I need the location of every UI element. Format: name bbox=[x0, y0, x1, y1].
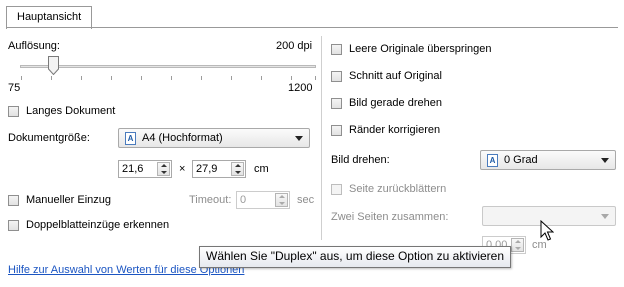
long-document-label: Langes Dokument bbox=[26, 105, 116, 117]
up-arrow-icon bbox=[161, 164, 167, 167]
double-feed-checkbox[interactable] bbox=[8, 220, 19, 231]
timeout-value: 0 bbox=[240, 194, 247, 206]
timeout-label: Timeout: bbox=[189, 194, 232, 206]
spin-buttons[interactable] bbox=[511, 238, 524, 252]
resolution-value: 200 dpi bbox=[276, 40, 313, 52]
tab-hauptansicht[interactable]: Hauptansicht bbox=[6, 6, 93, 29]
skip-blank-label: Leere Originale überspringen bbox=[349, 43, 492, 55]
down-arrow-icon bbox=[515, 247, 521, 250]
slider-max-label: 1200 bbox=[288, 82, 313, 94]
flip-label: Seite zurückblättern bbox=[349, 183, 447, 195]
width-value: 21,6 bbox=[122, 163, 144, 175]
chevron-down-icon bbox=[295, 136, 303, 141]
edge-checkbox[interactable] bbox=[331, 125, 342, 136]
spin-buttons[interactable] bbox=[231, 162, 244, 176]
up-arrow-icon bbox=[279, 195, 285, 198]
manual-feed-checkbox[interactable] bbox=[8, 195, 19, 206]
doc-size-dropdown[interactable]: A A4 (Hochformat) bbox=[118, 128, 310, 148]
slider-tick bbox=[315, 76, 316, 80]
width-spinner[interactable]: 21,6 bbox=[118, 160, 172, 178]
slider-min-label: 75 bbox=[8, 82, 21, 94]
long-document-checkbox[interactable] bbox=[8, 106, 19, 117]
up-arrow-icon bbox=[515, 240, 521, 243]
document-icon: A bbox=[487, 154, 498, 167]
height-spinner[interactable]: 27,9 bbox=[192, 160, 246, 178]
doc-size-label: Dokumentgröße: bbox=[8, 132, 90, 144]
skip-blank-checkbox[interactable] bbox=[331, 44, 342, 55]
slider-tick bbox=[51, 76, 52, 80]
edge-label: Ränder korrigieren bbox=[349, 124, 441, 136]
slider-tick bbox=[231, 76, 232, 80]
slider-tick bbox=[171, 76, 172, 80]
manual-feed-label: Manueller Einzug bbox=[26, 194, 111, 206]
chevron-down-icon bbox=[601, 158, 609, 163]
slider-tick bbox=[21, 76, 22, 80]
flip-checkbox[interactable] bbox=[331, 184, 342, 195]
down-arrow-icon bbox=[161, 171, 167, 174]
slider-tick bbox=[111, 76, 112, 80]
double-feed-label: Doppelblatteinzüge erkennen bbox=[26, 219, 170, 231]
resolution-label: Auflösung: bbox=[8, 40, 60, 52]
tab-strip: Hauptansicht bbox=[6, 6, 618, 29]
straighten-checkbox[interactable] bbox=[331, 98, 342, 109]
rotate-value: 0 Grad bbox=[504, 154, 538, 166]
times-sign: × bbox=[179, 163, 186, 175]
duplex-tooltip: Wählen Sie "Duplex" aus, um diese Option… bbox=[199, 246, 512, 268]
up-arrow-icon bbox=[235, 164, 241, 167]
crop-label: Schnitt auf Original bbox=[349, 70, 442, 82]
down-arrow-icon bbox=[235, 171, 241, 174]
spin-buttons[interactable] bbox=[157, 162, 170, 176]
merge-label: Zwei Seiten zusammen: bbox=[331, 211, 449, 223]
slider-tick bbox=[291, 76, 292, 80]
slider-tick bbox=[261, 76, 262, 80]
height-value: 27,9 bbox=[196, 163, 218, 175]
mouse-pointer-icon bbox=[540, 220, 554, 241]
spin-buttons[interactable] bbox=[275, 193, 288, 207]
rotate-dropdown[interactable]: A 0 Grad bbox=[480, 150, 616, 170]
slider-tick bbox=[81, 76, 82, 80]
slider-tick bbox=[141, 76, 142, 80]
chevron-down-icon bbox=[601, 214, 609, 219]
document-icon: A bbox=[125, 132, 136, 145]
resolution-slider-track[interactable] bbox=[20, 65, 316, 68]
doc-size-value: A4 (Hochformat) bbox=[142, 132, 223, 144]
resolution-slider-thumb[interactable] bbox=[47, 56, 59, 75]
slider-tick bbox=[201, 76, 202, 80]
rotate-label: Bild drehen: bbox=[331, 154, 390, 166]
crop-checkbox[interactable] bbox=[331, 71, 342, 82]
unit-label: cm bbox=[254, 163, 269, 175]
column-divider bbox=[321, 36, 322, 240]
down-arrow-icon bbox=[279, 202, 285, 205]
timeout-spinner[interactable]: 0 bbox=[236, 191, 290, 209]
straighten-label: Bild gerade drehen bbox=[349, 97, 442, 109]
timeout-unit: sec bbox=[297, 194, 315, 206]
